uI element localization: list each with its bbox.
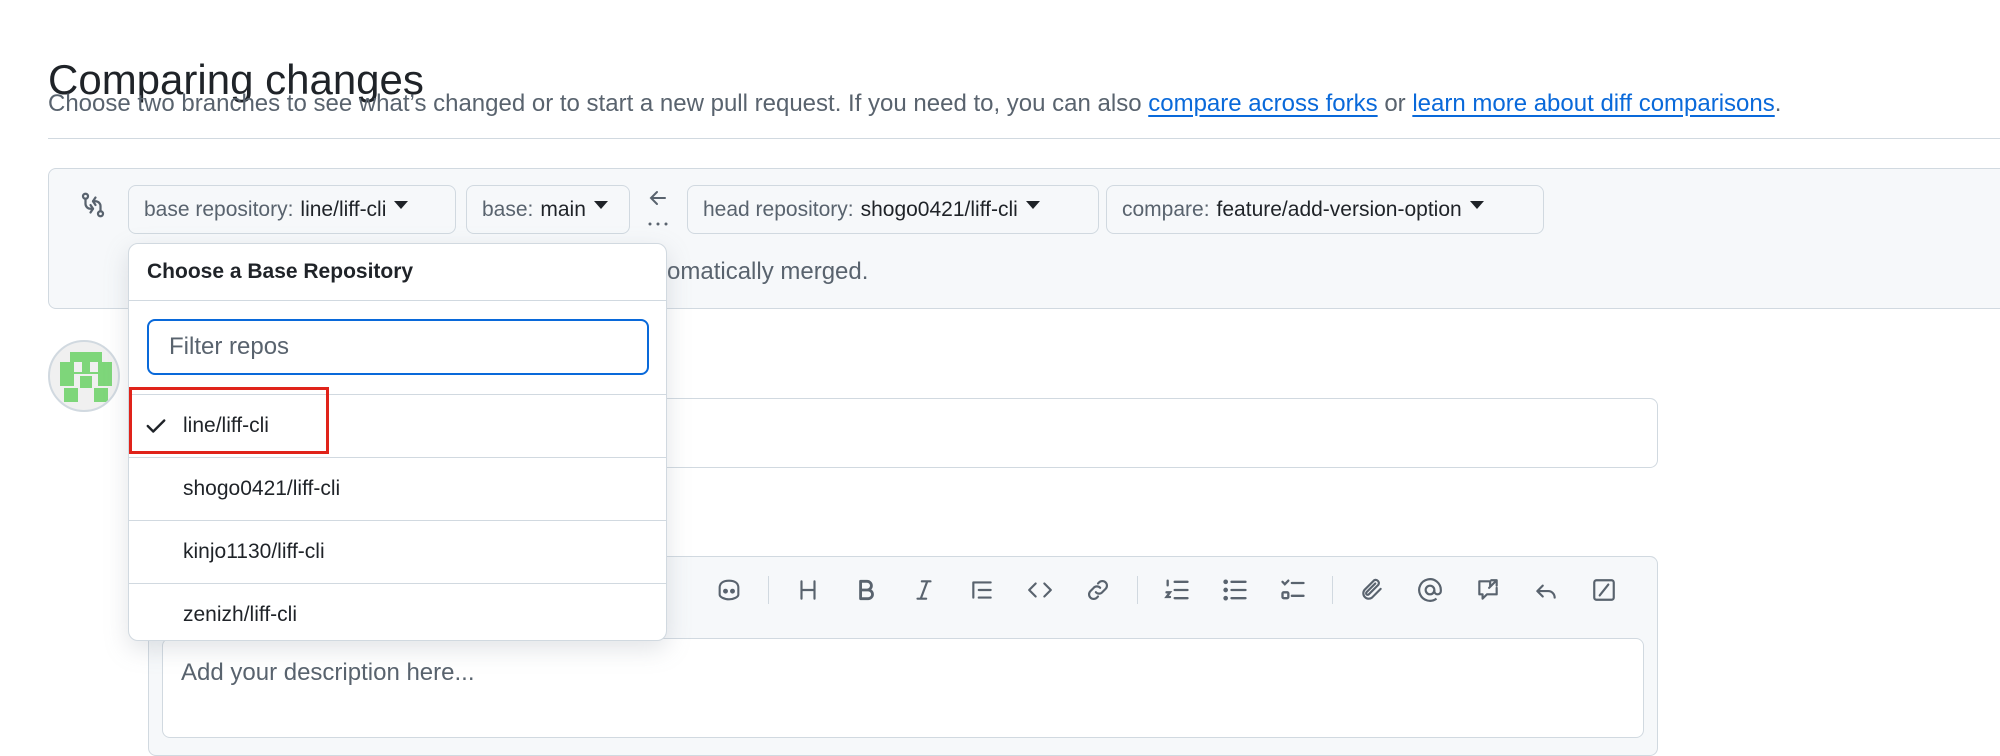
task-list-icon[interactable] [1264,568,1322,612]
avatar[interactable] [48,340,120,412]
unordered-list-icon[interactable] [1206,568,1264,612]
caret-down-icon [394,200,409,209]
attach-icon[interactable] [1343,568,1401,612]
mention-icon[interactable] [1401,568,1459,612]
page-subtitle: Choose two branches to see what’s change… [48,90,1781,118]
base-repository-dropdown[interactable]: base repository: line/liff-cli [128,185,456,234]
repo-option-label: zenizh/liff-cli [183,603,297,626]
filter-repos-input[interactable] [147,319,649,375]
head-repository-dropdown[interactable]: head repository: shogo0421/liff-cli [687,185,1099,234]
head-repo-label: head repository: [703,197,854,221]
arrow-left-icon [648,191,668,226]
repo-option-shogo0421-liff-cli[interactable]: shogo0421/liff-cli [129,458,666,521]
copilot-icon[interactable] [700,568,758,612]
pr-title-input[interactable] [660,398,1658,468]
code-icon[interactable] [1011,568,1069,612]
base-repo-label: base repository: [144,197,294,221]
base-label: base: [482,197,534,221]
caret-down-icon [593,200,608,209]
reference-icon[interactable] [1459,568,1517,612]
base-repo-value: line/liff-cli [300,197,387,221]
base-branch-dropdown[interactable]: base: main [466,185,630,234]
repo-option-label: kinjo1130/liff-cli [183,540,325,563]
description-textarea[interactable]: Add your description here... [162,638,1644,738]
merge-status-message: omatically merged. [667,258,869,285]
compare-across-forks-link[interactable]: compare across forks [1148,90,1377,117]
subtitle-end: . [1774,90,1782,117]
repo-option-kinjo1130-liff-cli[interactable]: kinjo1130/liff-cli [129,521,666,584]
learn-more-link[interactable]: learn more about diff comparisons [1412,90,1774,117]
base-value: main [540,197,586,221]
italic-icon[interactable] [895,568,953,612]
repo-option-label: shogo0421/liff-cli [183,477,341,500]
slash-command-icon[interactable] [1575,568,1633,612]
menu-header: Choose a Base Repository [129,244,666,301]
highlight-box [129,387,329,454]
caret-down-icon [1025,200,1040,209]
caret-down-icon [1469,200,1484,209]
heading-icon[interactable] [779,568,837,612]
subtitle-or: or [1384,90,1406,117]
reply-icon[interactable] [1517,568,1575,612]
repo-option-zenizh-liff-cli[interactable]: zenizh/liff-cli [129,584,666,640]
filter-section [129,301,666,395]
compare-icon [81,192,105,218]
link-icon[interactable] [1069,568,1127,612]
toolbar-separator [768,576,769,604]
divider [48,138,2000,139]
compare-value: feature/add-version-option [1216,197,1462,221]
compare-label: compare: [1122,197,1210,221]
bold-icon[interactable] [837,568,895,612]
ordered-list-icon[interactable] [1148,568,1206,612]
markdown-toolbar [700,568,1633,612]
toolbar-separator [1332,576,1333,604]
identicon-icon [60,352,112,402]
quote-icon[interactable] [953,568,1011,612]
subtitle-text: Choose two branches to see what’s change… [48,90,1142,117]
toolbar-separator [1137,576,1138,604]
compare-branch-dropdown[interactable]: compare: feature/add-version-option [1106,185,1544,234]
head-repo-value: shogo0421/liff-cli [860,197,1018,221]
